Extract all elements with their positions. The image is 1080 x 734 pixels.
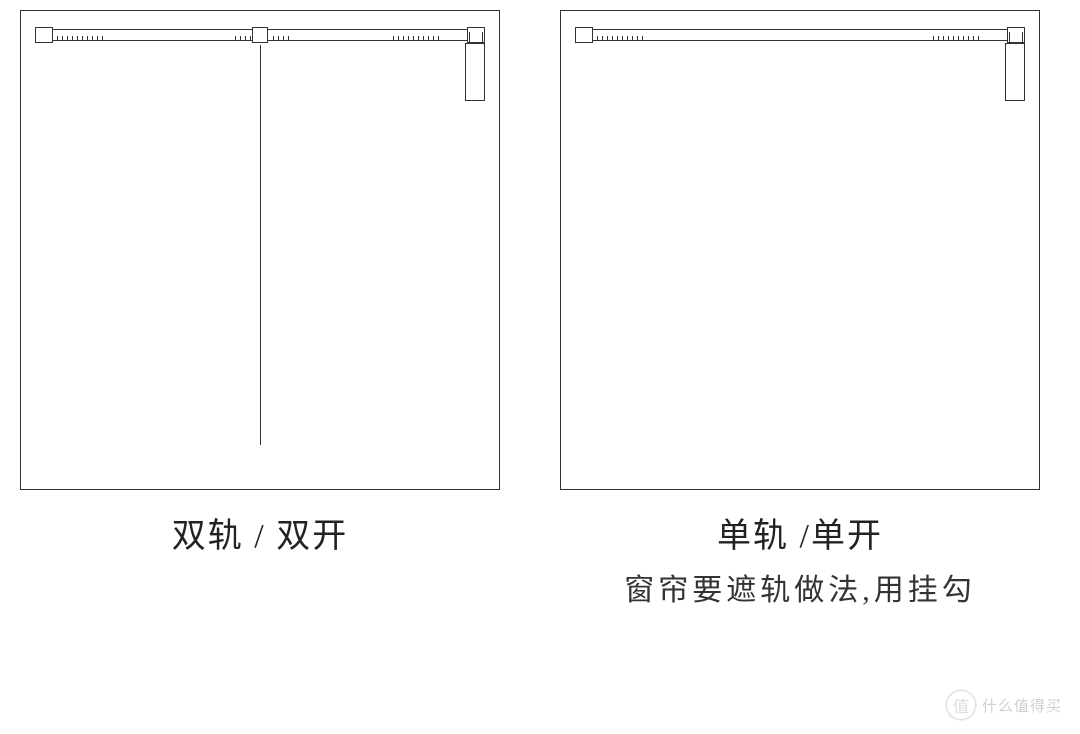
panel-double-track: 双轨 / 双开 xyxy=(20,10,500,609)
subtitle-single: 窗帘要遮轨做法,用挂勾 xyxy=(624,565,976,609)
watermark: 值 什么值得买 xyxy=(946,690,1062,720)
center-divider-line-icon xyxy=(260,45,261,445)
diagram-container: 双轨 / 双开 单轨 /单开 窗帘要遮轨做法,用挂勾 xyxy=(0,0,1080,609)
curtain-motor-icon xyxy=(465,43,485,101)
diagram-double xyxy=(20,10,500,490)
track-ticks-left-icon xyxy=(57,41,127,43)
panel-single-track: 单轨 /单开 窗帘要遮轨做法,用挂勾 xyxy=(560,10,1040,609)
track-ticks-center-right-icon xyxy=(273,41,303,43)
title-double: 双轨 / 双开 xyxy=(172,508,348,557)
track-ticks-left-icon xyxy=(597,41,667,43)
title-single: 单轨 /单开 xyxy=(717,508,883,557)
track-end-left-icon xyxy=(35,27,53,43)
track-ticks-right-icon xyxy=(909,41,979,43)
watermark-text: 什么值得买 xyxy=(982,695,1062,716)
track-ticks-right-icon xyxy=(369,41,439,43)
track-ticks-center-left-icon xyxy=(221,41,251,43)
track-end-left-icon xyxy=(575,27,593,43)
curtain-motor-icon xyxy=(1005,43,1025,101)
watermark-badge-icon: 值 xyxy=(946,690,976,720)
track-center-joint-icon xyxy=(252,27,268,43)
diagram-single xyxy=(560,10,1040,490)
